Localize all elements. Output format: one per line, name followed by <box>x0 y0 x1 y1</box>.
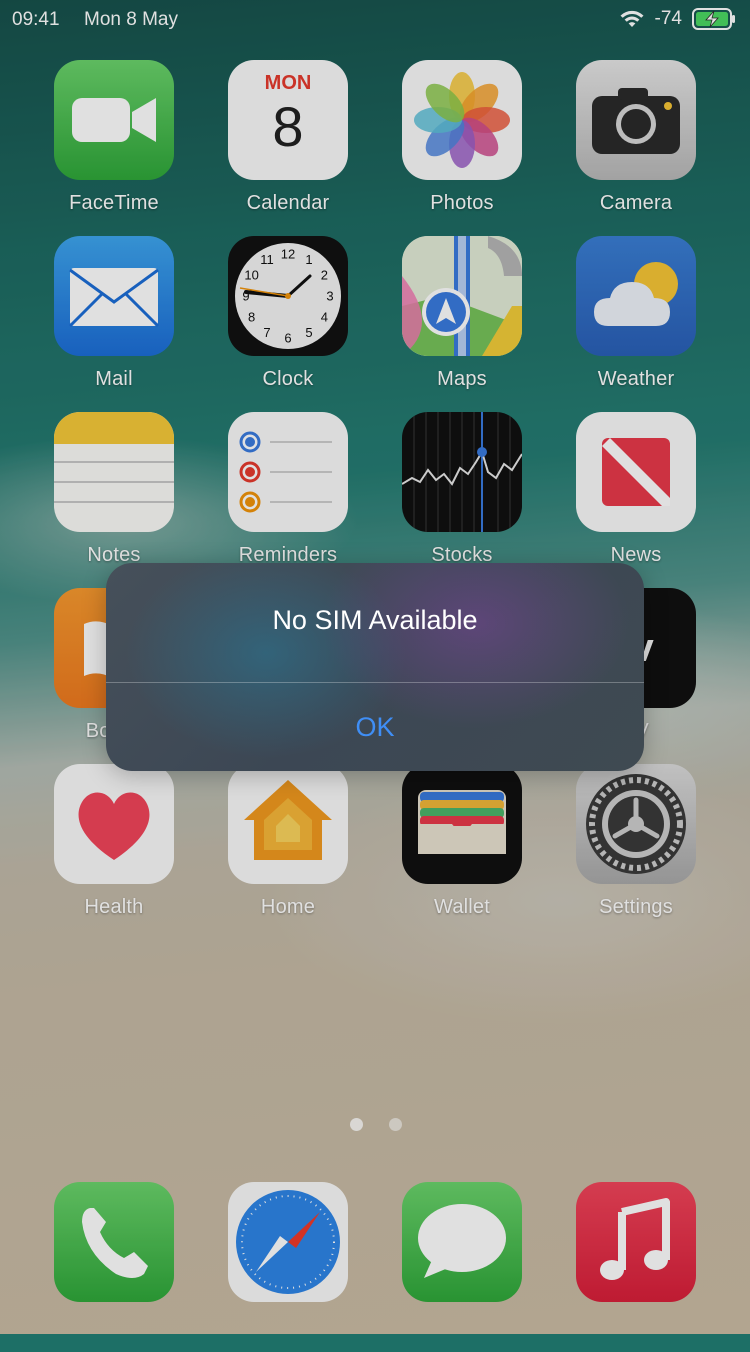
alert-title: No SIM Available <box>272 605 478 635</box>
no-sim-alert: No SIM Available OK <box>106 563 644 771</box>
alert-ok-button[interactable]: OK <box>106 683 644 771</box>
